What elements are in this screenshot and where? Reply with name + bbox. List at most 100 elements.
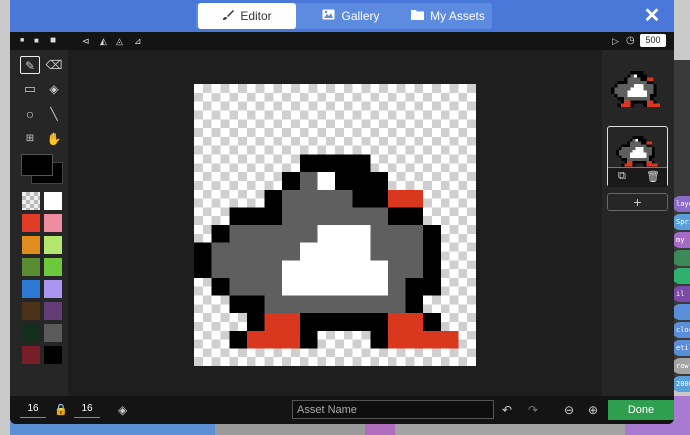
palette-swatch[interactable] — [22, 302, 40, 320]
palette-swatch[interactable] — [22, 236, 40, 254]
shift-icon[interactable]: ⊿ — [134, 35, 142, 47]
rectangle-tool[interactable]: ▭ — [20, 80, 40, 98]
sprite-pixel — [633, 84, 637, 88]
trash-icon[interactable]: 🗑 — [646, 170, 660, 183]
palette-swatch[interactable] — [44, 302, 62, 320]
sprite-pixel — [633, 74, 637, 78]
zoom-in-icon[interactable]: ⊕ — [588, 403, 598, 417]
zoom-out-icon[interactable]: ⊖ — [564, 403, 574, 417]
asset-name-input[interactable]: Asset Name — [292, 400, 494, 419]
sprite-pixel — [646, 93, 650, 97]
sprite-pixel — [282, 260, 300, 278]
sprite-pixel — [211, 260, 230, 278]
tab-gallery[interactable]: Gallery — [306, 3, 396, 29]
sprite-pixel — [630, 87, 634, 91]
sprite-pixel — [643, 149, 647, 153]
sprite-pixel — [640, 149, 644, 153]
sprite-pixel — [423, 330, 441, 349]
palette-swatch[interactable] — [22, 346, 40, 364]
palette-swatch[interactable] — [44, 214, 62, 232]
palette-swatch[interactable] — [44, 258, 62, 276]
rotate-icon[interactable]: ⊲ — [82, 35, 90, 47]
sprite-pixel — [638, 141, 641, 145]
sprite-pixel — [633, 90, 637, 94]
sprite-pixel — [370, 172, 388, 190]
sprite-pixel — [370, 242, 388, 261]
sprite-pixel — [638, 158, 641, 161]
pencil-tool[interactable]: ✎ — [20, 56, 40, 74]
sprite-pixel — [618, 149, 622, 153]
background-block — [672, 304, 690, 320]
frame-thumbnail[interactable] — [607, 58, 668, 110]
fill-tool[interactable]: ◈ — [44, 80, 64, 98]
duplicate-icon[interactable]: ⧉ — [618, 170, 626, 183]
palette-swatch[interactable] — [22, 214, 40, 232]
frame-thumbnail-selected[interactable]: ⧉ 🗑 — [607, 126, 668, 187]
sprite-pixel — [643, 160, 647, 164]
brush-size-large-icon[interactable]: ■ — [50, 35, 56, 47]
sprite-pixel — [643, 163, 647, 167]
sprite-pixel — [638, 155, 641, 158]
close-icon[interactable]: ✕ — [642, 6, 662, 26]
background-block — [672, 268, 690, 284]
background-block — [672, 250, 690, 266]
sprite-pixel — [640, 80, 644, 84]
tab-my-assets-label: My Assets — [430, 9, 485, 23]
palette-swatch[interactable] — [44, 324, 62, 342]
layers-icon[interactable]: ◈ — [118, 403, 127, 417]
sprite-pixel — [630, 97, 634, 101]
tab-my-assets[interactable]: My Assets — [400, 3, 496, 29]
marquee-tool[interactable]: ⊞ — [20, 130, 40, 148]
circle-tool[interactable]: ○ — [20, 105, 40, 123]
sprite-pixel — [335, 242, 353, 261]
palette-swatch[interactable] — [44, 192, 62, 210]
sprite-pixel — [299, 207, 318, 225]
palette-swatch[interactable] — [44, 346, 62, 364]
line-tool[interactable]: ╲ — [44, 105, 64, 123]
canvas-width-input[interactable]: 16 — [20, 401, 46, 418]
pan-tool[interactable]: ✋ — [44, 130, 64, 148]
sprite-pixel — [405, 330, 424, 349]
brush-size-small-icon[interactable]: ■ — [20, 35, 24, 47]
done-button[interactable]: Done — [608, 400, 674, 420]
palette-swatch[interactable] — [22, 192, 40, 210]
redo-icon[interactable]: ↷ — [528, 403, 538, 417]
sprite-pixel — [640, 100, 644, 104]
sprite-pixel — [646, 147, 649, 150]
tab-editor[interactable]: Editor — [198, 3, 296, 29]
eraser-tool[interactable]: ⌫ — [44, 56, 64, 74]
sprite-pixel — [630, 80, 634, 84]
flip-horizontal-icon[interactable]: ◭ — [100, 35, 107, 47]
sprite-pixel — [630, 93, 634, 97]
palette-swatch[interactable] — [44, 236, 62, 254]
sprite-pixel — [640, 74, 644, 78]
sprite-pixel — [317, 225, 335, 243]
sprite-pixel — [629, 144, 633, 147]
sprite-pixel — [637, 80, 641, 84]
sprite-pixel — [627, 147, 630, 150]
sprite-pixel — [194, 260, 212, 278]
frame-interval-input[interactable]: 500 — [640, 34, 666, 47]
flip-vertical-icon[interactable]: ◬ — [116, 35, 123, 47]
sprite-pixel — [370, 313, 388, 331]
undo-icon[interactable]: ↶ — [502, 403, 512, 417]
palette-swatch[interactable] — [22, 324, 40, 342]
sprite-pixel — [649, 149, 652, 153]
sprite-pixel — [299, 189, 318, 208]
sprite-pixel — [624, 163, 627, 167]
sprite-pixel — [352, 172, 371, 190]
palette-swatch[interactable] — [44, 280, 62, 298]
sprite-pixel — [229, 260, 247, 278]
palette-swatch[interactable] — [22, 280, 40, 298]
sprite-pixel — [651, 147, 655, 150]
brush-size-medium-icon[interactable]: ■ — [34, 35, 39, 47]
add-frame-button[interactable]: + — [607, 193, 668, 211]
play-icon[interactable]: ▷ — [612, 35, 619, 47]
sprite-canvas[interactable] — [194, 84, 476, 366]
palette-swatch[interactable] — [22, 258, 40, 276]
sprite-pixel — [640, 84, 644, 88]
sprite-pixel — [387, 225, 406, 243]
sprite-pixel — [621, 155, 625, 158]
lock-icon[interactable]: 🔒 — [54, 403, 68, 417]
canvas-height-input[interactable]: 16 — [74, 401, 100, 418]
